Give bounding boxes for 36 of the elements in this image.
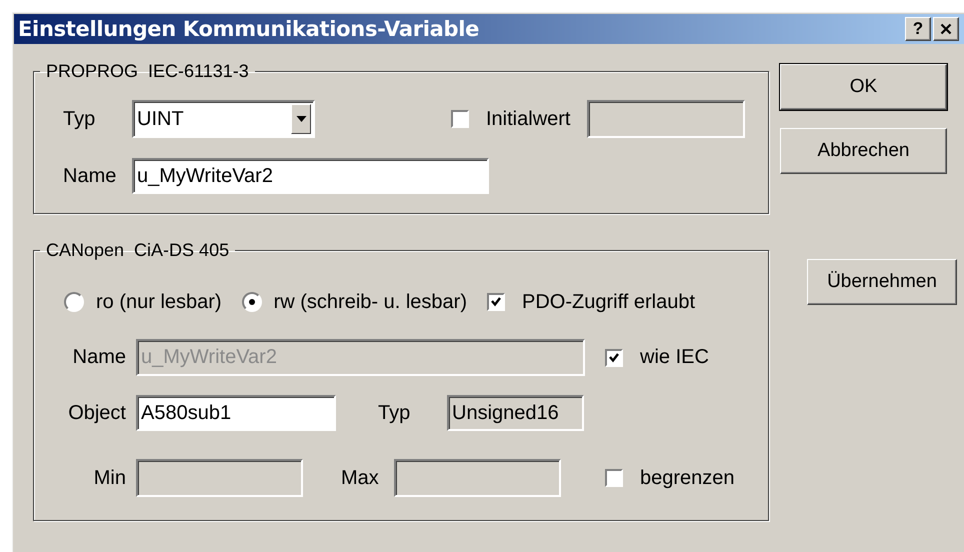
field-label: Max xyxy=(341,466,380,490)
field-label: Name xyxy=(72,346,126,369)
group-title: PROPROG IEC-61131-3 xyxy=(45,62,250,81)
window-title: Einstellungen Kommunikations-Variable xyxy=(17,17,480,41)
field-label: Typ xyxy=(63,108,96,130)
field-label: Min xyxy=(92,466,126,490)
help-button[interactable]: ? xyxy=(905,17,931,41)
radio-button[interactable] xyxy=(64,292,84,312)
checkbox[interactable] xyxy=(605,469,623,487)
field-label: Name xyxy=(63,164,118,188)
dialog-button[interactable]: Übernehmen xyxy=(807,259,957,305)
checkbox-label: wie IEC xyxy=(640,346,709,369)
group-title: CANopen CiA-DS 405 xyxy=(45,241,230,260)
checkbox[interactable] xyxy=(487,293,505,311)
input-field[interactable]: A580sub1 xyxy=(136,395,336,431)
field-label: Object xyxy=(67,402,126,424)
close-icon xyxy=(940,23,952,35)
checkbox[interactable] xyxy=(451,110,469,128)
dropdown-value: UINT xyxy=(137,108,185,130)
checkbox-label: PDO-Zugriff erlaubt xyxy=(522,290,696,314)
check-icon xyxy=(489,295,503,309)
dialog-button[interactable]: OK xyxy=(780,64,947,110)
input-field[interactable]: u_MyWriteVar2 xyxy=(132,158,489,194)
radio-label: rw (schreib- u. lesbar) xyxy=(274,290,467,314)
dialog-button[interactable]: Abbrechen xyxy=(780,128,947,174)
close-button[interactable] xyxy=(933,17,959,41)
checkbox[interactable] xyxy=(605,348,623,366)
input-field[interactable]: Unsigned16 xyxy=(447,395,584,431)
checkbox-label: begrenzen xyxy=(640,466,735,490)
checkbox-label: Initialwert xyxy=(486,108,570,130)
input-field[interactable] xyxy=(587,100,746,138)
check-icon xyxy=(607,350,621,364)
dropdown[interactable]: UINT xyxy=(132,100,315,138)
radio-label: ro (nur lesbar) xyxy=(96,290,222,314)
radio-button[interactable] xyxy=(242,292,262,312)
field-label: Typ xyxy=(378,402,412,424)
